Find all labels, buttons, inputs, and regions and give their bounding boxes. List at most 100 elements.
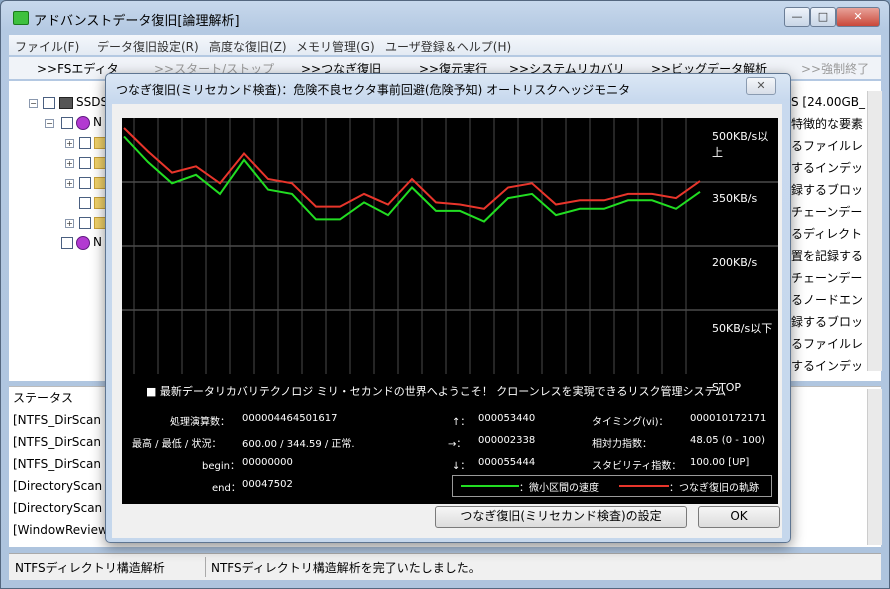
list-item[interactable]: チェーンデー: [791, 201, 866, 223]
tree-root-label: SSDS: [76, 95, 109, 109]
legend-speed-swatch: [461, 485, 519, 487]
list-item[interactable]: チェーンデー: [791, 267, 866, 289]
down-value: 000055444: [478, 457, 536, 468]
legend-trace-swatch: [619, 485, 669, 487]
checkbox[interactable]: [79, 137, 91, 149]
y-label-500: 500KB/s以上: [712, 130, 769, 159]
status-row[interactable]: [WindowReview: [13, 523, 108, 537]
tree-node-label: N: [93, 235, 102, 249]
up-value: 000053440: [478, 413, 536, 424]
checkbox[interactable]: [43, 97, 55, 109]
menu-memory[interactable]: メモリ管理(G): [296, 38, 375, 55]
drive-tree: − SSDS − N + + + + N: [9, 89, 119, 375]
menu-help[interactable]: ユーザ登録＆ヘルプ(H): [385, 38, 511, 55]
list-item[interactable]: 録するブロッ: [791, 311, 866, 333]
monitor-dialog: つなぎ復旧(ミリセカンド検査)：危険不良セクタ事前回避(危険予知) オートリスク…: [105, 73, 791, 543]
app-icon: [13, 11, 29, 25]
collapse-icon[interactable]: −: [29, 99, 38, 108]
stab-value: 100.00 [UP]: [690, 457, 750, 468]
list-item[interactable]: るファイルレ: [791, 333, 866, 355]
menu-file[interactable]: ファイル(F): [15, 38, 79, 55]
checkbox[interactable]: [79, 157, 91, 169]
list-item[interactable]: 置を記録する: [791, 245, 866, 267]
status-divider: [205, 557, 206, 577]
speed-chart: 500KB/s以上 350KB/s 200KB/s 50KB/s以下 STOP …: [122, 118, 778, 504]
expand-icon[interactable]: +: [65, 139, 74, 148]
right-label: →：: [448, 439, 467, 450]
tree-folder[interactable]: +: [9, 155, 119, 171]
tree-node-1[interactable]: − N: [9, 115, 119, 131]
collapse-icon[interactable]: −: [45, 119, 54, 128]
checkbox[interactable]: [61, 237, 73, 249]
dialog-close-button[interactable]: ✕: [746, 77, 776, 95]
status-row[interactable]: [NTFS_DirScan: [13, 413, 101, 427]
begin-value: 00000000: [242, 457, 293, 468]
max-value: 600.00 / 344.59 / 正常.: [242, 439, 355, 450]
down-label: ↓：: [452, 461, 471, 472]
maximize-button[interactable]: □: [810, 7, 836, 27]
checkbox[interactable]: [79, 217, 91, 229]
proc-value: 000004464501617: [242, 413, 338, 424]
legend-speed-label: ：微小区間の速度: [519, 483, 599, 494]
legend-trace-label: ：つなぎ復旧の軌跡: [669, 483, 759, 494]
end-label: end：: [212, 483, 241, 494]
chart-legend: ：微小区間の速度 ：つなぎ復旧の軌跡: [452, 475, 772, 497]
status-scrollbar[interactable]: [867, 389, 882, 545]
timing-value: 000010172171: [690, 413, 767, 424]
max-label: 最高 / 最低 / 状況：: [132, 439, 222, 450]
drive-icon: [59, 97, 73, 109]
tree-folder[interactable]: +: [9, 175, 119, 191]
dialog-title: つなぎ復旧(ミリセカンド検査)：危険不良セクタ事前回避(危険予知) オートリスク…: [116, 83, 631, 97]
tree-root[interactable]: − SSDS: [9, 95, 119, 111]
status-row[interactable]: [NTFS_DirScan: [13, 457, 101, 471]
vertical-scrollbar[interactable]: [867, 91, 882, 371]
tree-folder[interactable]: [9, 195, 119, 211]
list-item[interactable]: るディレクト: [791, 223, 866, 245]
minimize-button[interactable]: —: [784, 7, 810, 27]
checkbox[interactable]: [79, 197, 91, 209]
checkbox[interactable]: [79, 177, 91, 189]
y-label-350: 350KB/s: [712, 192, 758, 205]
expand-icon[interactable]: +: [65, 159, 74, 168]
main-window: アドバンストデータ復旧[論理解析] — □ ✕ ファイル(F) データ復旧設定(…: [0, 0, 890, 589]
status-row[interactable]: [DirectoryScan: [13, 479, 102, 493]
expand-icon[interactable]: +: [65, 219, 74, 228]
tree-folder[interactable]: +: [9, 135, 119, 151]
list-item[interactable]: るファイルレ: [791, 135, 866, 157]
expand-icon[interactable]: +: [65, 179, 74, 188]
menu-bar: ファイル(F) データ復旧設定(R) 高度な復旧(Z) メモリ管理(G) ユーザ…: [9, 35, 881, 55]
list-item[interactable]: するインデッ: [791, 355, 866, 377]
tree-folder[interactable]: +: [9, 215, 119, 231]
title-bar: アドバンストデータ復旧[論理解析] — □ ✕: [1, 1, 889, 33]
banner-text: ■ 最新データリカバリテクノロジ ミリ・セカンドの世界へようこそ！ クローンレス…: [146, 385, 727, 398]
menu-advanced-recovery[interactable]: 高度な復旧(Z): [209, 38, 287, 55]
y-label-200: 200KB/s: [712, 256, 758, 269]
close-button[interactable]: ✕: [836, 7, 880, 27]
chart-grid: [122, 118, 778, 374]
proc-label: 処理演算数：: [170, 417, 230, 428]
force-quit-button[interactable]: >>強制終了: [801, 60, 869, 77]
timing-label: タイミング(vi)：: [592, 417, 669, 428]
record-list-header: S [24.00GB_(: [791, 95, 866, 109]
list-item[interactable]: るノードエン: [791, 289, 866, 311]
ok-button[interactable]: OK: [698, 506, 780, 528]
partition-icon: [76, 236, 90, 250]
rel-label: 相対力指数：: [592, 439, 652, 450]
list-item[interactable]: するインデッ: [791, 157, 866, 179]
checkbox[interactable]: [61, 117, 73, 129]
record-list: S [24.00GB_( 特徴的な要素 るファイルレ するインデッ 録するブロッ…: [791, 91, 866, 373]
rel-value: 48.05 (0 - 100): [690, 435, 766, 446]
tree-node-label: N: [93, 115, 102, 129]
right-value: 000002338: [478, 435, 536, 446]
list-item[interactable]: 録するブロッ: [791, 179, 866, 201]
status-row[interactable]: [DirectoryScan: [13, 501, 102, 515]
status-bar-message: NTFSディレクトリ構造解析を完了いたしました。: [211, 561, 481, 575]
status-bar-left: NTFSディレクトリ構造解析: [15, 561, 165, 575]
settings-button[interactable]: つなぎ復旧(ミリセカンド検査)の設定: [435, 506, 687, 528]
dialog-body: 500KB/s以上 350KB/s 200KB/s 50KB/s以下 STOP …: [112, 104, 782, 538]
menu-recovery-settings[interactable]: データ復旧設定(R): [97, 38, 199, 55]
status-header: ステータス: [13, 391, 74, 405]
tree-node-2[interactable]: N: [9, 235, 119, 251]
status-row[interactable]: [NTFS_DirScan: [13, 435, 101, 449]
list-item[interactable]: 特徴的な要素: [791, 113, 866, 135]
